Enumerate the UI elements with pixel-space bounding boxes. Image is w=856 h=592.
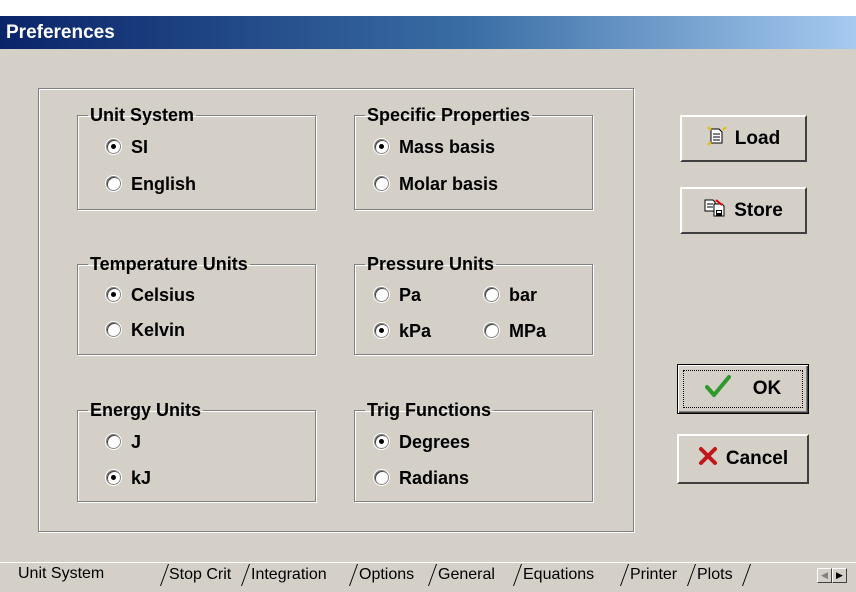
radio-selected-icon [374,433,389,449]
window-title-bar[interactable]: Preferences [0,16,856,49]
tab-separator [686,564,697,586]
tab-options[interactable]: Options [359,564,414,586]
tab-printer[interactable]: Printer [630,564,677,586]
tab-integration[interactable]: Integration [251,564,327,586]
tab-general[interactable]: General [438,564,495,586]
radio-mass-basis[interactable]: Mass basis [374,136,495,158]
load-file-icon [707,125,727,152]
radio-unselected-icon [484,322,499,338]
radio-bar[interactable]: bar [484,284,537,306]
tab-equations[interactable]: Equations [523,564,594,586]
cancel-button[interactable]: Cancel [677,434,809,484]
pressure-units-label: Pressure Units [367,254,495,274]
ok-button[interactable]: OK [677,364,809,414]
radio-unselected-icon [374,175,389,191]
radio-unselected-icon [374,469,389,485]
radio-selected-icon [106,469,121,485]
radio-unselected-icon [374,286,389,302]
tab-separator [240,564,251,586]
radio-english[interactable]: English [106,173,196,195]
radio-mpa[interactable]: MPa [484,320,546,342]
specific-properties-label: Specific Properties [367,105,531,125]
tab-strip-line [0,562,856,563]
radio-si[interactable]: SI [106,136,148,158]
tab-separator [619,564,630,586]
radio-selected-icon [374,138,389,154]
tab-stop-crit[interactable]: Stop Crit [169,564,231,586]
energy-units-label: Energy Units [90,400,202,420]
radio-j[interactable]: J [106,431,141,453]
radio-radians[interactable]: Radians [374,467,469,489]
close-x-icon [698,446,718,472]
radio-selected-icon [106,138,121,154]
radio-kelvin[interactable]: Kelvin [106,319,185,341]
radio-kj[interactable]: kJ [106,467,151,489]
radio-unselected-icon [106,321,121,337]
screen-top-strip [0,0,856,16]
radio-kpa[interactable]: kPa [374,320,431,342]
tab-scroll-right-icon[interactable]: ▶ [832,568,847,583]
tab-separator [348,564,359,586]
radio-unselected-icon [484,286,499,302]
radio-molar-basis[interactable]: Molar basis [374,173,498,195]
tab-plots[interactable]: Plots [697,564,733,586]
radio-pa[interactable]: Pa [374,284,421,306]
tab-separator [741,564,752,586]
tab-scroll-left-icon[interactable]: ◀ [817,568,832,583]
temperature-units-label: Temperature Units [90,254,248,274]
unit-system-label: Unit System [90,105,195,125]
trig-functions-label: Trig Functions [367,400,491,420]
radio-unselected-icon [106,175,121,191]
store-button[interactable]: Store [680,187,807,234]
radio-selected-icon [374,322,389,338]
window-title: Preferences [6,22,115,43]
tab-separator [427,564,438,586]
radio-degrees[interactable]: Degrees [374,431,470,453]
radio-selected-icon [106,286,121,302]
radio-unselected-icon [106,433,121,449]
radio-celsius[interactable]: Celsius [106,284,195,306]
load-button[interactable]: Load [680,115,807,162]
tab-unit-system[interactable]: Unit System [18,563,104,585]
tab-separator [512,564,523,586]
tab-separator [159,564,170,586]
store-file-icon [704,198,726,224]
focus-rectangle [683,370,803,408]
